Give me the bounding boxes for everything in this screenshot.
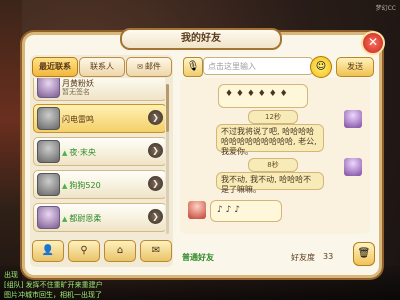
tab-bar: 最近联系 联系人 ✉ 邮件 — [32, 57, 172, 77]
friend-name: ▲ 狗狗520 — [62, 181, 101, 190]
voice-message-duration[interactable]: 12秒 — [248, 110, 298, 124]
mail-icon: ✉ — [137, 63, 143, 71]
location-button[interactable]: ⚲ — [68, 240, 100, 262]
location-icon: ⚲ — [80, 245, 88, 256]
chevron-right-icon[interactable]: ❯ — [148, 110, 163, 125]
world-chat-line: [组队] 发挥不住重旷开来重建户 — [4, 281, 103, 289]
close-icon: ✕ — [367, 35, 379, 49]
watermark: 梦幻CC — [375, 5, 396, 12]
friend-name: 闪电雷鸣 — [62, 115, 94, 124]
scroll-thumb[interactable] — [166, 84, 169, 132]
tab-mail-label: 邮件 — [144, 62, 161, 71]
chevron-right-icon[interactable]: ❯ — [148, 143, 163, 158]
friend-actions: 👤 ⚲ ⌂ ✉ — [32, 240, 172, 262]
chevron-right-icon[interactable]: ❯ — [148, 176, 163, 191]
friend-list: 月黄粉妖 暂无签名 闪电雷鸣 ❯ ▲ 夜·末央 ❯ ▲ 狗狗520 ❯ ▲ 都尉恩柔 … — [33, 78, 165, 236]
trash-icon: 🗑 — [357, 248, 371, 259]
affinity-value: 33 — [323, 252, 334, 261]
friend-item[interactable]: 闪电雷鸣 ❯ — [33, 104, 165, 133]
voice-message-duration[interactable]: 8秒 — [248, 158, 298, 172]
send-button[interactable]: 发送 — [336, 57, 374, 77]
tab-contacts[interactable]: 联系人 — [79, 57, 125, 77]
chat-log: ♦ ♦ ♦ ♦ ♦ ♦ 12秒 不过我将说了吧, 哈哈哈哈哈哈哈哈哈哈哈哈哈, … — [180, 78, 370, 234]
sticker-message: ♦ ♦ ♦ ♦ ♦ ♦ — [218, 84, 308, 108]
background-left — [0, 0, 22, 300]
world-chat-line: 出现 — [4, 271, 18, 279]
chat-button[interactable]: ✉ — [140, 240, 172, 262]
emoji-button[interactable]: ☺ — [310, 56, 332, 78]
chat-icon: ✉ — [151, 245, 161, 256]
close-button[interactable]: ✕ — [361, 31, 385, 55]
sticker-icon: ♦ ♦ ♦ ♦ ♦ ♦ — [225, 89, 288, 99]
friend-item[interactable]: ▲ 夜·末央 ❯ — [33, 137, 165, 166]
avatar — [37, 78, 60, 98]
home-icon: ⌂ — [116, 245, 124, 256]
window-title: 我的好友 — [120, 28, 282, 50]
smiley-icon: ☺ — [315, 61, 327, 72]
delete-button[interactable]: 🗑 — [353, 242, 375, 266]
sticker-message: ♪ ♪ ♪ — [210, 200, 282, 222]
relation-label: 普通好友 — [182, 253, 214, 262]
friend-item[interactable]: 月黄粉妖 暂无签名 — [33, 78, 165, 101]
friend-avatar — [188, 201, 206, 219]
avatar — [37, 107, 60, 130]
voice-message-text: 不过我将说了吧, 哈哈哈哈哈哈哈哈哈哈哈哈哈, 老公, 我爱你。 — [216, 124, 324, 156]
friend-signature: 暂无签名 — [62, 88, 90, 96]
home-button[interactable]: ⌂ — [104, 240, 136, 262]
friend-name: ▲ 都尉恩柔 — [62, 214, 102, 223]
world-chat-line: 图片冲城市回生，相机一出现了 — [4, 291, 102, 299]
tab-mail[interactable]: ✉ 邮件 — [126, 57, 172, 77]
friend-name: ▲ 夜·末央 — [62, 148, 96, 157]
my-avatar — [344, 110, 362, 128]
affinity-label: 好友度 — [291, 253, 315, 262]
level-up-icon: ▲ — [62, 149, 68, 157]
my-avatar — [344, 158, 362, 176]
microphone-icon: 🎙 — [186, 61, 200, 72]
sticker-icon: ♪ ♪ ♪ — [217, 205, 240, 215]
add-friend-icon: 👤 — [41, 245, 55, 256]
friend-list-scrollbar[interactable] — [166, 84, 169, 234]
friend-item[interactable]: ▲ 都尉恩柔 ❯ — [33, 203, 165, 232]
level-up-icon: ▲ — [62, 182, 68, 190]
voice-message-text: 我不动, 我不动, 哈哈哈不是了嘛嘛。 — [216, 172, 324, 194]
voice-button[interactable]: 🎙 — [183, 57, 203, 77]
level-up-icon: ▲ — [62, 215, 68, 223]
avatar — [37, 173, 60, 196]
add-friend-button[interactable]: 👤 — [32, 240, 64, 262]
chevron-right-icon[interactable]: ❯ — [148, 209, 163, 224]
tab-recent[interactable]: 最近联系 — [32, 57, 78, 77]
avatar — [37, 206, 60, 229]
avatar — [37, 140, 60, 163]
message-input[interactable] — [203, 57, 313, 75]
friend-item[interactable]: ▲ 狗狗520 ❯ — [33, 170, 165, 199]
